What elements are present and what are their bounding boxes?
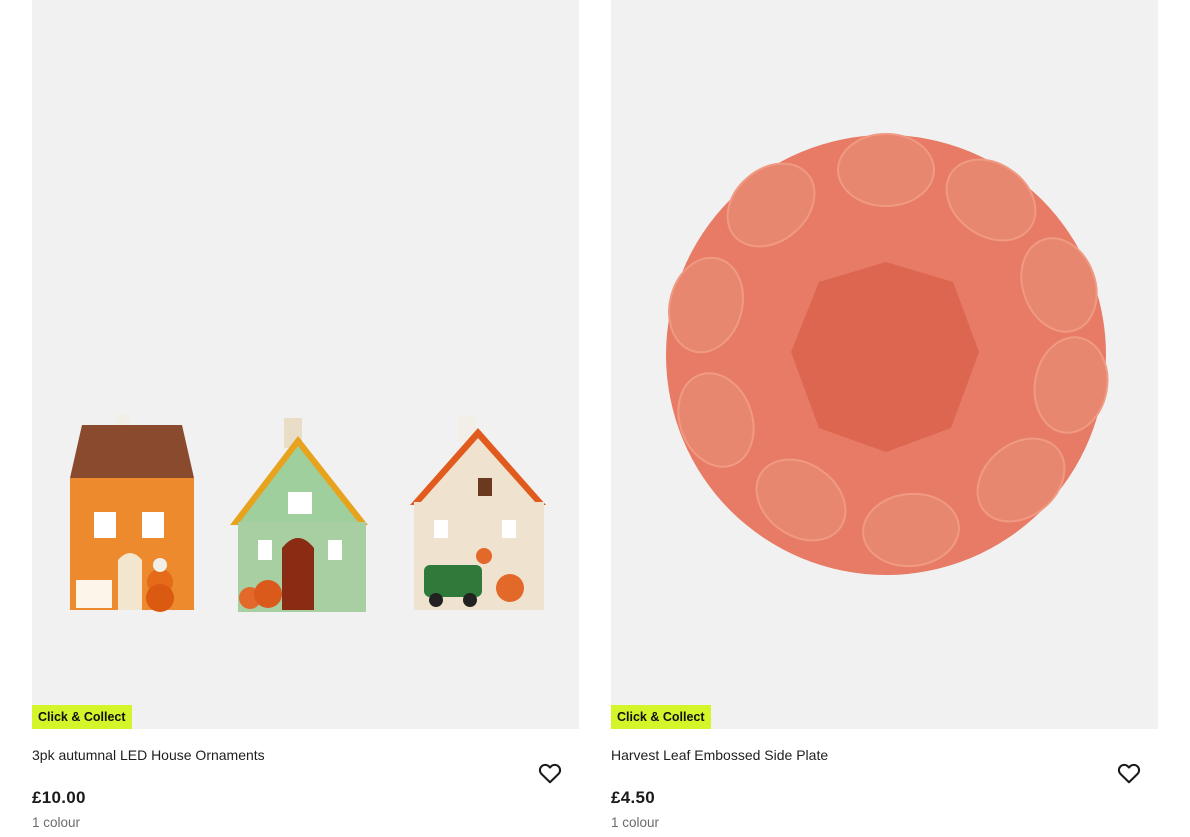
- product-title[interactable]: 3pk autumnal LED House Ornaments: [32, 747, 265, 763]
- wishlist-button[interactable]: [537, 760, 563, 786]
- orange-house: [70, 414, 194, 612]
- product-title[interactable]: Harvest Leaf Embossed Side Plate: [611, 747, 828, 763]
- colour-count: 1 colour: [32, 815, 81, 830]
- leaf-plate-illustration: [666, 133, 1109, 575]
- product-image[interactable]: Click & Collect: [611, 0, 1158, 729]
- product-price: £4.50: [611, 788, 656, 807]
- click-and-collect-badge: Click & Collect: [611, 705, 711, 729]
- click-and-collect-badge: Click & Collect: [32, 705, 132, 729]
- green-house: [230, 418, 368, 612]
- product-price: £10.00: [32, 788, 86, 807]
- product-card[interactable]: Click & Collect Harvest Leaf Embossed Si…: [611, 0, 1158, 837]
- product-image[interactable]: Click & Collect: [32, 0, 579, 729]
- cream-house: [410, 416, 546, 610]
- product-grid: Click & Collect 3pk autumnal LED House O…: [0, 0, 1190, 837]
- wishlist-button[interactable]: [1116, 760, 1142, 786]
- led-house-ornaments-illustration: [70, 414, 546, 612]
- product-card[interactable]: Click & Collect 3pk autumnal LED House O…: [32, 0, 579, 837]
- heart-outline-icon: [1117, 763, 1141, 784]
- heart-outline-icon: [538, 763, 562, 784]
- leaf-plate: [666, 133, 1109, 575]
- colour-count: 1 colour: [611, 815, 660, 830]
